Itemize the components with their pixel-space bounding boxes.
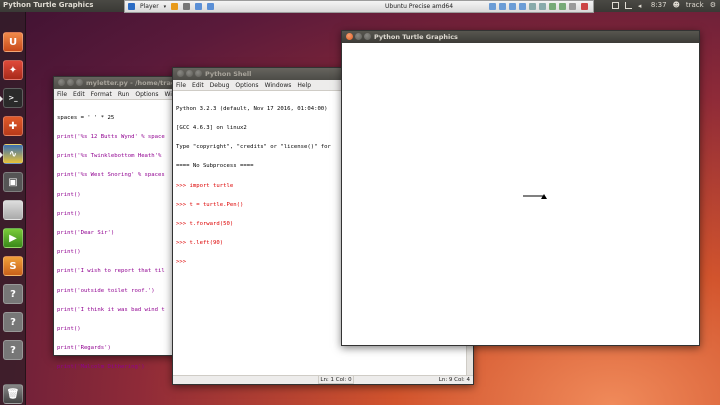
display-icon[interactable]: [207, 3, 215, 10]
turtle-canvas[interactable]: [342, 43, 699, 345]
menu-help[interactable]: Help: [297, 82, 311, 89]
editor-cursor-position: Ln: 1 Col: 0: [320, 376, 352, 383]
device-icon[interactable]: [559, 3, 566, 10]
minimize-icon[interactable]: [186, 70, 193, 77]
menu-edit[interactable]: Edit: [192, 82, 204, 89]
power-gear-icon[interactable]: ⚙: [710, 1, 716, 9]
dropdown-icon[interactable]: ▾: [164, 4, 167, 10]
turtle-window: Python Turtle Graphics: [341, 30, 700, 346]
trash-icon[interactable]: 🗑: [3, 384, 23, 404]
maximize-icon[interactable]: [76, 79, 83, 86]
vm-title: Ubuntu Precise amd64: [385, 3, 454, 10]
device-icon[interactable]: [569, 3, 576, 10]
fullscreen-icon[interactable]: [195, 3, 203, 10]
volume-icon[interactable]: ◂: [638, 2, 645, 10]
device-icon[interactable]: [519, 3, 526, 10]
device-icon[interactable]: [549, 3, 556, 10]
menu-file[interactable]: File: [176, 82, 186, 89]
document-icon[interactable]: [3, 200, 23, 220]
media-play-icon[interactable]: ▶: [3, 228, 23, 248]
menu-file[interactable]: File: [57, 91, 67, 98]
menu-options[interactable]: Options: [135, 91, 158, 98]
user-icon[interactable]: ☻: [673, 1, 680, 9]
system-settings-icon[interactable]: ✦: [3, 60, 23, 80]
menu-debug[interactable]: Debug: [210, 82, 230, 89]
text-editor-icon[interactable]: S: [3, 256, 23, 276]
top-panel: Python Turtle Graphics Player ▾ Ubuntu P…: [0, 0, 720, 13]
terminal-icon[interactable]: >_: [3, 88, 23, 108]
ubuntu-software-center-icon[interactable]: U: [3, 32, 23, 52]
clock[interactable]: 8:37: [651, 1, 667, 9]
close-vm-icon[interactable]: [581, 3, 588, 10]
unknown-app-icon[interactable]: ?: [3, 340, 23, 360]
envelope-icon[interactable]: [611, 1, 619, 9]
shell-cursor-position: Ln: 9 Col: 4: [438, 377, 470, 383]
virtualbox-toolbar: Player ▾ Ubuntu Precise amd64: [124, 0, 594, 13]
close-icon[interactable]: [177, 70, 184, 77]
vbox-logo-icon: [128, 3, 135, 10]
editor-statusbar: Ln: 1 Col: 0: [318, 375, 354, 384]
unity-launcher: U ✦ >_ ✚ ∿ ▣ ▶ S ? ? ? 🗑: [0, 12, 26, 405]
minimize-icon[interactable]: [67, 79, 74, 86]
device-icon[interactable]: [489, 3, 496, 10]
user-name[interactable]: track: [686, 1, 704, 9]
device-icon[interactable]: [499, 3, 506, 10]
close-icon[interactable]: [58, 79, 65, 86]
workspace-icon[interactable]: ✚: [3, 116, 23, 136]
running-indicator-icon: [0, 96, 3, 102]
close-icon[interactable]: [346, 33, 353, 40]
shell-title: Python Shell: [205, 70, 252, 78]
device-icon[interactable]: [539, 3, 546, 10]
app-icon[interactable]: ▣: [3, 172, 23, 192]
unknown-app-icon[interactable]: ?: [3, 284, 23, 304]
running-indicator-icon: [0, 152, 3, 158]
editor-title: myletter.py - /home/track: [86, 79, 180, 87]
menu-options[interactable]: Options: [235, 82, 258, 89]
network-icon[interactable]: [624, 1, 632, 9]
menu-run[interactable]: Run: [118, 91, 130, 98]
python-icon[interactable]: ∿: [3, 144, 23, 164]
minimize-icon[interactable]: [355, 33, 362, 40]
pause-icon[interactable]: [171, 3, 179, 10]
maximize-icon[interactable]: [364, 33, 371, 40]
unknown-app-icon[interactable]: ?: [3, 312, 23, 332]
device-icon[interactable]: [529, 3, 536, 10]
device-icon[interactable]: [509, 3, 516, 10]
send-keys-icon[interactable]: [183, 3, 191, 10]
menu-format[interactable]: Format: [91, 91, 112, 98]
menu-windows[interactable]: Windows: [265, 82, 292, 89]
vbox-player-menu[interactable]: Player: [140, 3, 159, 10]
turtle-title: Python Turtle Graphics: [374, 33, 458, 41]
turtle-titlebar[interactable]: Python Turtle Graphics: [342, 31, 699, 43]
turtle-drawing: [523, 194, 547, 199]
active-app-title: Python Turtle Graphics: [3, 1, 94, 9]
maximize-icon[interactable]: [195, 70, 202, 77]
system-tray: ◂ 8:37 ☻ track ⚙: [611, 1, 716, 10]
menu-edit[interactable]: Edit: [73, 91, 85, 98]
